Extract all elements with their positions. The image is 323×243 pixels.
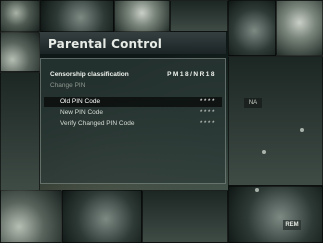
menu-item-value: PM18/NR18 bbox=[167, 71, 216, 78]
menu-title: Parental Control bbox=[48, 37, 163, 51]
tv-screen: Parental Control Censorship classificati… bbox=[0, 0, 323, 243]
menu-item-change-pin[interactable]: Change PIN bbox=[44, 81, 222, 91]
star-dot bbox=[262, 150, 266, 154]
menu-item-label: Verify Changed PIN Code bbox=[60, 120, 135, 127]
background-tile bbox=[228, 0, 276, 56]
menu-item-new-pin[interactable]: New PIN Code **** bbox=[44, 108, 222, 118]
background-tile bbox=[276, 0, 323, 56]
menu-item-label: Censorship classification bbox=[50, 71, 129, 78]
menu-item-verify-pin[interactable]: Verify Changed PIN Code **** bbox=[44, 119, 222, 129]
side-badge: NA bbox=[244, 98, 262, 108]
menu-item-label: New PIN Code bbox=[60, 109, 103, 116]
pin-mask: **** bbox=[199, 120, 216, 127]
star-dot bbox=[255, 188, 259, 192]
pin-mask: **** bbox=[199, 109, 216, 116]
corner-badge: REM bbox=[283, 220, 301, 230]
menu-item-label: Change PIN bbox=[50, 82, 86, 89]
background-tile bbox=[40, 0, 114, 32]
background-tile bbox=[0, 32, 40, 72]
menu-item-censorship-classification[interactable]: Censorship classification PM18/NR18 bbox=[44, 70, 222, 80]
background-tile bbox=[0, 190, 62, 243]
background-tile bbox=[170, 0, 228, 32]
background-tile bbox=[142, 190, 228, 243]
background-tile bbox=[0, 0, 40, 32]
menu-item-old-pin[interactable]: Old PIN Code **** bbox=[44, 97, 222, 107]
background-tile bbox=[114, 0, 170, 32]
background-tile bbox=[228, 56, 323, 186]
menu-item-label: Old PIN Code bbox=[60, 98, 101, 105]
background-tile bbox=[228, 186, 323, 243]
pin-mask: **** bbox=[199, 98, 216, 105]
star-dot bbox=[300, 128, 304, 132]
background-tile bbox=[0, 72, 40, 192]
background-tile bbox=[62, 190, 142, 243]
